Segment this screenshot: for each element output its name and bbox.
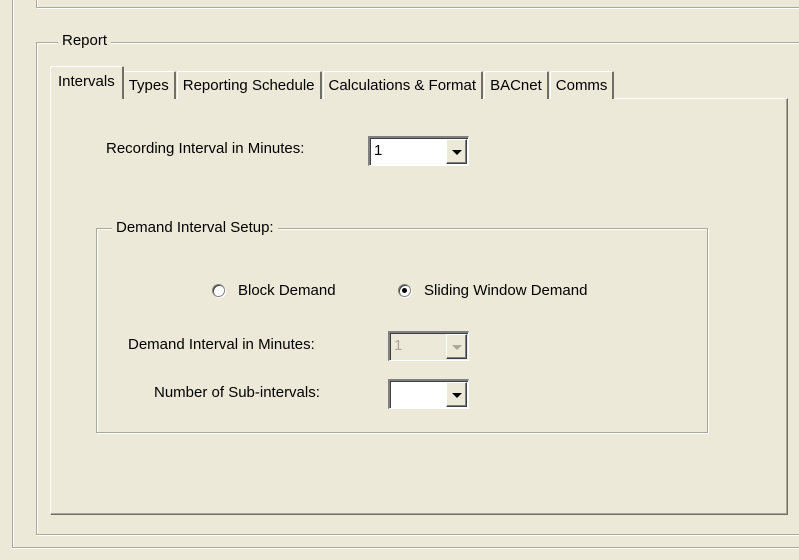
demand-interval-group-label: Demand Interval Setup: [112,219,278,236]
demand-interval-dropdown-button[interactable] [446,334,467,359]
sub-intervals-select[interactable] [388,379,469,409]
recording-interval-dropdown-button[interactable] [446,139,467,164]
demand-interval-label: Demand Interval in Minutes: [128,336,315,353]
block-demand-label[interactable]: Block Demand [238,282,336,299]
chevron-down-icon [452,150,462,155]
chevron-down-icon [452,393,462,398]
sub-intervals-label: Number of Sub-intervals: [154,384,320,401]
tab-types[interactable]: Types [122,71,176,99]
sliding-window-demand-label[interactable]: Sliding Window Demand [424,282,587,299]
tab-strip: Intervals Types Reporting Schedule Calcu… [50,66,615,99]
top-panel-edge [36,0,799,8]
demand-interval-value: 1 [394,337,403,354]
report-group-label: Report [58,32,112,49]
sub-intervals-dropdown-button[interactable] [446,382,467,407]
radio-selected-dot [402,288,407,293]
tab-reporting-schedule[interactable]: Reporting Schedule [176,71,322,99]
block-demand-radio[interactable] [212,284,225,297]
tab-intervals[interactable]: Intervals [50,66,124,99]
tab-calculations-format[interactable]: Calculations & Format [322,71,484,99]
demand-interval-select[interactable]: 1 [388,331,469,361]
recording-interval-select[interactable]: 1 [368,136,469,166]
window-frame-left [12,0,14,548]
chevron-down-icon [452,345,462,350]
window-frame-bottom [12,547,799,549]
recording-interval-value: 1 [374,142,383,159]
tab-bacnet[interactable]: BACnet [484,71,549,99]
tab-comms[interactable]: Comms [549,71,615,99]
recording-interval-label: Recording Interval in Minutes: [106,140,305,157]
sliding-window-demand-radio[interactable] [398,284,411,297]
